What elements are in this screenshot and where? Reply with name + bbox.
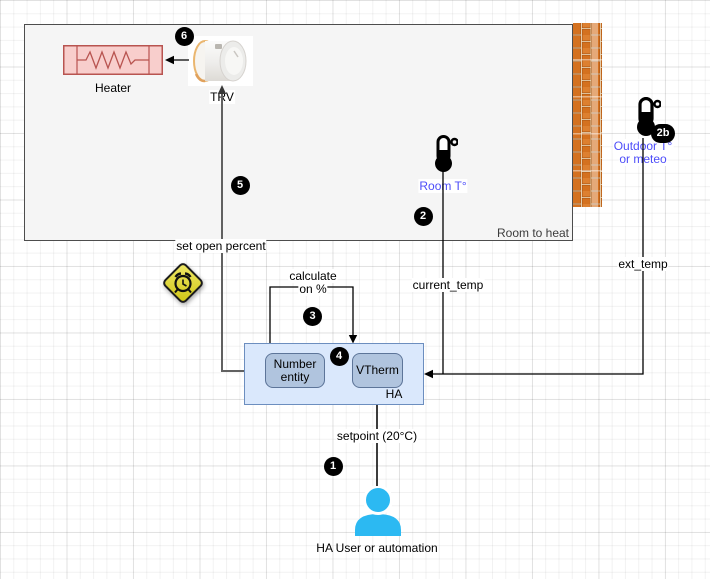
alarm-clock-diamond-icon <box>161 261 205 305</box>
vtherm-label: VTherm <box>356 364 399 377</box>
user-icon <box>350 486 406 536</box>
edge-label-setpoint: setpoint (20°C) <box>336 430 418 443</box>
step-badge-5: 5 <box>231 176 250 195</box>
step-badge-3: 3 <box>303 307 322 326</box>
ha-container-label: HA <box>386 388 403 401</box>
edge-label-ext-temp: ext_temp <box>617 258 668 271</box>
step-badge-1: 1 <box>324 457 343 476</box>
number-entity-box: Number entity <box>265 353 325 388</box>
step-badge-6: 6 <box>175 27 194 46</box>
room-caption: Room to heat <box>497 227 569 240</box>
number-entity-label: Number entity <box>266 358 324 384</box>
edge-label-calculate: calculateon % <box>288 270 337 296</box>
diagram-canvas: Heater TRV Room T° Outdoor T <box>0 0 710 579</box>
step-badge-2: 2 <box>414 207 433 226</box>
edge-label-current-temp: current_temp <box>412 279 485 292</box>
user-label: HA User or automation <box>316 542 437 555</box>
step-badge-2b: 2b <box>651 124 675 143</box>
vtherm-box: VTherm <box>352 353 403 388</box>
edge-label-set-open-percent: set open percent <box>175 240 266 253</box>
step-badge-4: 4 <box>330 347 349 366</box>
